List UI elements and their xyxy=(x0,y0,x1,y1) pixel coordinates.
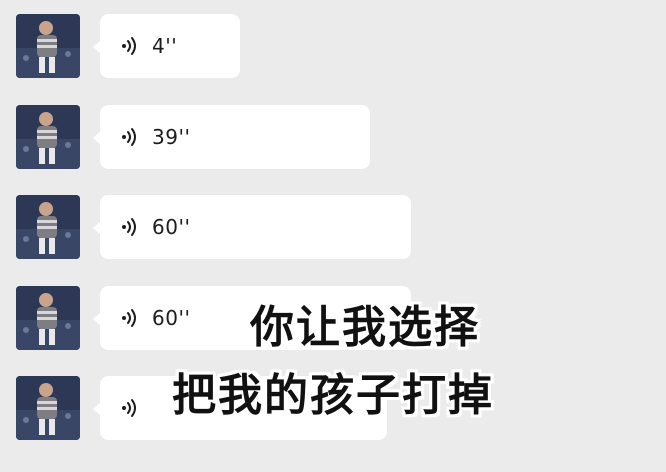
voice-message-icon xyxy=(122,37,136,55)
voice-message-bubble[interactable]: 60'' xyxy=(93,195,411,259)
voice-message-icon xyxy=(122,128,136,146)
caption-line-2: 把我的孩子打掉 xyxy=(172,370,494,421)
voice-duration: 4'' xyxy=(152,34,178,58)
voice-duration: 39'' xyxy=(152,125,191,149)
voice-message-bubble[interactable]: 39'' xyxy=(93,105,370,169)
voice-duration: 60'' xyxy=(152,215,191,239)
chat-message: 39'' xyxy=(0,105,666,185)
voice-message-bubble[interactable]: 4'' xyxy=(93,14,240,78)
chat-message: 4'' xyxy=(0,14,666,94)
chat-message: 60'' xyxy=(0,195,666,275)
voice-message-icon xyxy=(122,218,136,236)
avatar[interactable] xyxy=(16,105,80,169)
avatar[interactable] xyxy=(16,195,80,259)
avatar[interactable] xyxy=(16,14,80,78)
caption-line-1: 你让我选择 xyxy=(250,302,480,353)
